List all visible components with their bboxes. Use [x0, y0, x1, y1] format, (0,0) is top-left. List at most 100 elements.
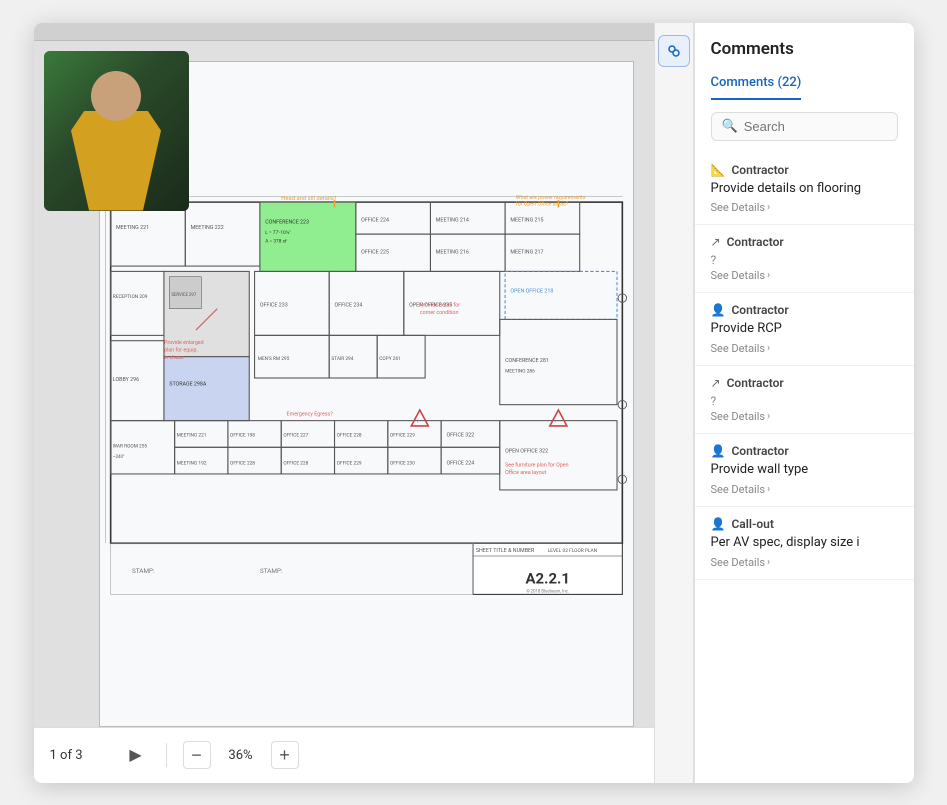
svg-text:!: ! — [416, 419, 417, 424]
comment-type-icon: 👤 — [711, 303, 726, 317]
svg-text:MEETING 192: MEETING 192 — [176, 460, 206, 466]
doc-content-area[interactable]: MEETING 221 MEETING 222 CONFERENCE 223 L… — [34, 41, 654, 727]
svg-text:MEETING 214: MEETING 214 — [435, 217, 468, 223]
svg-text:A2.2.1: A2.2.1 — [525, 569, 569, 587]
comment-type-icon: 👤 — [711, 444, 726, 458]
comment-type-label: Call-out — [731, 517, 773, 531]
svg-text:CONFERENCE 223: CONFERENCE 223 — [265, 219, 309, 225]
svg-text:OFFICE 224: OFFICE 224 — [446, 460, 474, 466]
svg-text:A = 378 sf: A = 378 sf — [265, 237, 287, 244]
svg-text:MEETING 222: MEETING 222 — [190, 224, 223, 230]
comment-question: ? — [711, 253, 898, 267]
svg-text:WAR ROOM 255: WAR ROOM 255 — [112, 443, 147, 449]
chevron-right-icon: › — [767, 202, 770, 213]
svg-text:CONFERENCE 281: CONFERENCE 281 — [505, 358, 549, 364]
play-button[interactable]: ▶ — [122, 741, 150, 769]
svg-text:What are power requirements: What are power requirements — [515, 194, 585, 200]
svg-text:OFFICE 234: OFFICE 234 — [334, 302, 362, 308]
zoom-level: 36% — [223, 748, 259, 763]
see-details-link[interactable]: See Details › — [711, 201, 898, 214]
svg-text:~240°: ~240° — [112, 454, 124, 459]
search-bar[interactable]: 🔍 — [711, 112, 898, 141]
comment-text: Provide RCP — [711, 321, 898, 338]
comment-text: Provide wall type — [711, 462, 898, 479]
svg-text:OFFICE 228: OFFICE 228 — [283, 460, 308, 466]
svg-text:RECEPTION 209: RECEPTION 209 — [112, 294, 147, 300]
svg-text:STAIR 294: STAIR 294 — [331, 355, 353, 361]
svg-text:SERVICE 297: SERVICE 297 — [171, 292, 196, 297]
see-details-link[interactable]: See Details › — [711, 342, 898, 355]
comments-list: 📐 Contractor Provide details on flooring… — [695, 153, 914, 783]
svg-text:COPY 261: COPY 261 — [379, 355, 401, 361]
svg-text:MEETING 217: MEETING 217 — [510, 249, 543, 255]
link-tool-button[interactable] — [658, 35, 690, 67]
svg-text:MEN'S RM 295: MEN'S RM 295 — [257, 355, 289, 361]
svg-text:OFFICE 229: OFFICE 229 — [389, 432, 414, 438]
see-details-link[interactable]: See Details › — [711, 483, 898, 496]
svg-text:OPEN OFFICE 218: OPEN OFFICE 218 — [510, 288, 553, 294]
comment-item[interactable]: 👤 Contractor Provide RCP See Details › — [695, 293, 914, 366]
comment-type-label: Contractor — [731, 303, 788, 317]
svg-text:for Open Office areas?: for Open Office areas? — [515, 200, 568, 207]
comment-type-label: Contractor — [731, 444, 788, 458]
comment-type-icon: 👤 — [711, 517, 726, 531]
svg-text:OFFICE 198: OFFICE 198 — [230, 432, 255, 438]
zoom-in-button[interactable]: + — [271, 741, 299, 769]
chevron-right-icon: › — [767, 557, 770, 568]
svg-text:MEETING 286: MEETING 286 — [505, 368, 535, 374]
chevron-right-icon: › — [767, 484, 770, 495]
toolbar-divider — [166, 743, 167, 767]
comment-text: Per AV spec, display size i — [711, 535, 898, 552]
comment-item[interactable]: 👤 Contractor Provide wall type See Detai… — [695, 434, 914, 507]
comment-question: ? — [711, 394, 898, 408]
search-input[interactable] — [744, 119, 914, 134]
svg-text:MEETING 216: MEETING 216 — [435, 249, 468, 255]
comment-type-icon: ↗ — [711, 235, 721, 249]
svg-text:OFFICE 230: OFFICE 230 — [389, 460, 414, 466]
svg-text:Office area layout: Office area layout — [505, 468, 546, 475]
see-details-link[interactable]: See Details › — [711, 410, 898, 423]
svg-text:OFFICE 224: OFFICE 224 — [361, 217, 389, 223]
svg-text:OFFICE 227: OFFICE 227 — [283, 432, 308, 438]
svg-text:OFFICE 225: OFFICE 225 — [361, 249, 389, 255]
see-details-link[interactable]: See Details › — [711, 556, 898, 569]
svg-text:LEVEL 02 FLOOR PLAN: LEVEL 02 FLOOR PLAN — [547, 547, 597, 553]
doc-panel: MEETING 221 MEETING 222 CONFERENCE 223 L… — [34, 23, 654, 783]
doc-toolbar: 1 of 3 ▶ − 36% + — [34, 727, 654, 783]
svg-text:See furniture plan for Open: See furniture plan for Open — [505, 461, 569, 468]
svg-text:STORAGE 298A: STORAGE 298A — [169, 381, 207, 387]
svg-text:corner condition: corner condition — [419, 310, 458, 316]
comment-item[interactable]: 📐 Contractor Provide details on flooring… — [695, 153, 914, 226]
side-toolbar — [654, 23, 694, 783]
svg-text:Provide enlarged: Provide enlarged — [163, 339, 203, 345]
svg-text:OFFICE 233: OFFICE 233 — [259, 302, 287, 308]
comment-item[interactable]: ↗ Contractor ? See Details › — [695, 366, 914, 434]
main-container: MEETING 221 MEETING 222 CONFERENCE 223 L… — [34, 23, 914, 783]
svg-text:OFFICE 228: OFFICE 228 — [336, 432, 361, 438]
comments-header: Comments Comments (22) — [695, 23, 914, 100]
comments-tab[interactable]: Comments (22) — [711, 75, 802, 100]
zoom-out-button[interactable]: − — [183, 741, 211, 769]
comment-item[interactable]: 👤 Call-out Per AV spec, display size i S… — [695, 507, 914, 580]
see-details-link[interactable]: See Details › — [711, 269, 898, 282]
chevron-right-icon: › — [767, 411, 770, 422]
svg-text:MEETING 221: MEETING 221 — [176, 432, 206, 438]
comment-type-icon: 📐 — [711, 163, 726, 177]
chevron-right-icon: › — [767, 270, 770, 281]
comment-type-label: Contractor — [727, 376, 784, 390]
comment-type-icon: ↗ — [711, 376, 721, 390]
svg-text:MEETING 221: MEETING 221 — [115, 224, 148, 230]
ruler-top — [34, 23, 654, 41]
svg-text:in chase: in chase — [163, 354, 183, 360]
search-icon: 🔍 — [722, 119, 738, 134]
chevron-right-icon: › — [767, 343, 770, 354]
svg-text:!: ! — [555, 419, 556, 424]
svg-text:STAMP:: STAMP: — [131, 567, 154, 575]
comment-type-label: Contractor — [727, 235, 784, 249]
comment-type-label: Contractor — [731, 163, 788, 177]
svg-text:OPEN OFFICE 322: OPEN OFFICE 322 — [505, 448, 548, 454]
comment-item[interactable]: ↗ Contractor ? See Details › — [695, 225, 914, 293]
svg-text:OFFICE 229: OFFICE 229 — [336, 460, 361, 466]
svg-text:OFFICE 228: OFFICE 228 — [230, 460, 255, 466]
comment-text: Provide details on flooring — [711, 181, 898, 198]
